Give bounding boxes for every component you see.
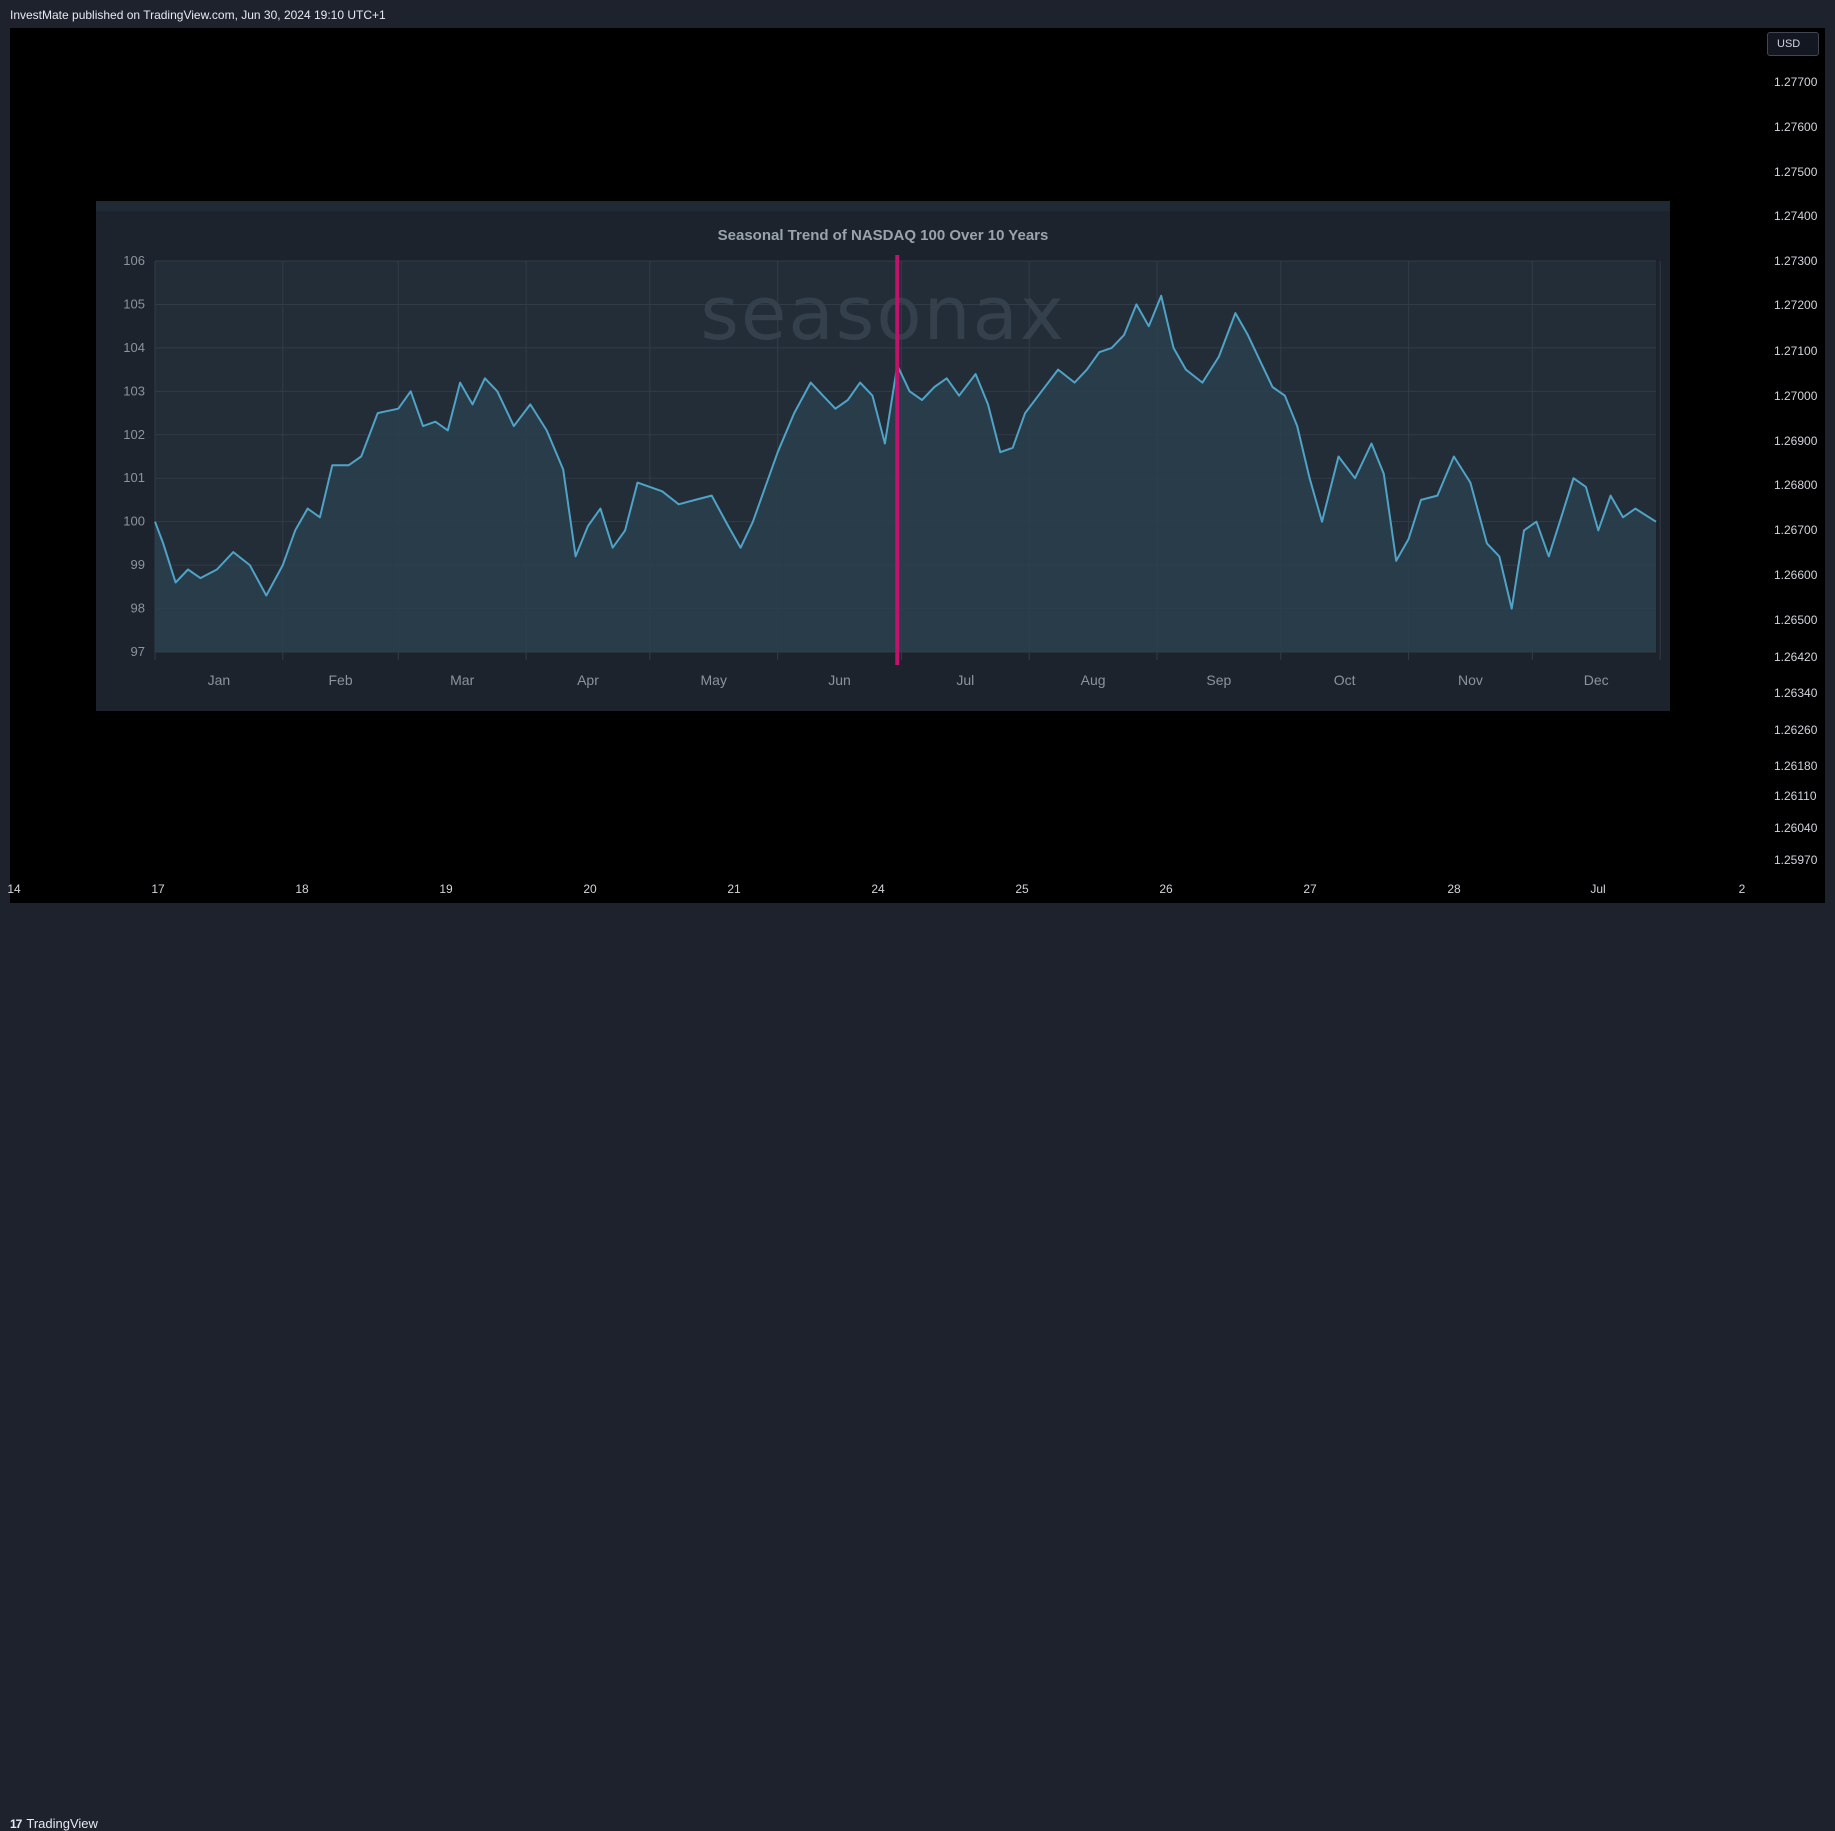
y-tick-label: 103: [123, 383, 145, 398]
price-tick: 1.26500: [1774, 613, 1818, 627]
seasonal-chart-image: 106 105 104 103 102 101 100 99 98 97 Jan Feb Mar Apr M…: [96, 201, 1670, 711]
price-tick: 1.26340: [1774, 686, 1818, 700]
y-tick-label: 102: [123, 427, 145, 442]
price-tick: 1.26420: [1774, 650, 1818, 664]
price-tick: 1.26180: [1774, 759, 1818, 773]
y-tick-label: 104: [123, 340, 145, 355]
month-label: Sep: [1206, 672, 1231, 688]
time-tick: 27: [1303, 882, 1317, 896]
time-tick: 2: [1738, 882, 1746, 896]
price-tick: 1.26800: [1774, 478, 1818, 492]
time-tick: 20: [583, 882, 597, 896]
y-tick-label: 105: [123, 296, 145, 311]
month-label: Mar: [450, 672, 474, 688]
y-tick-label: 106: [123, 253, 145, 268]
tradingview-logo-icon: 17: [10, 1816, 22, 1831]
price-tick: 1.27300: [1774, 254, 1818, 268]
time-tick: 18: [295, 882, 309, 896]
price-tick: 1.26260: [1774, 723, 1818, 737]
time-tick: 24: [871, 882, 885, 896]
month-label: Oct: [1334, 672, 1356, 688]
time-tick: Jul: [1590, 882, 1606, 896]
price-tick: 1.26900: [1774, 434, 1818, 448]
y-tick-label: 97: [131, 644, 145, 659]
y-tick-label: 100: [123, 514, 145, 529]
month-label: Nov: [1458, 672, 1483, 688]
y-tick-label: 98: [131, 601, 145, 616]
price-tick: 1.27200: [1774, 298, 1818, 312]
tradingview-logo[interactable]: 17 TradingView: [10, 1816, 98, 1831]
y-tick-label: 99: [131, 557, 145, 572]
publisher-info[interactable]: InvestMate published on TradingView.com,…: [10, 8, 386, 22]
month-label: Feb: [329, 672, 353, 688]
chart-title: Seasonal Trend of NASDAQ 100 Over 10 Yea…: [718, 227, 1049, 244]
y-tick-label: 101: [123, 470, 145, 485]
time-tick: 28: [1447, 882, 1461, 896]
price-tick: 1.25970: [1774, 853, 1818, 867]
month-label: May: [701, 672, 727, 688]
time-tick: 19: [439, 882, 453, 896]
footer-bar: 17 TradingView: [0, 903, 1835, 1831]
seasonal-chart-svg: 106 105 104 103 102 101 100 99 98 97 Jan Feb Mar Apr M…: [123, 227, 1661, 688]
price-tick: 1.26600: [1774, 568, 1818, 582]
price-tick: 1.26110: [1774, 789, 1817, 803]
price-tick: 1.27000: [1774, 389, 1818, 403]
month-label: Dec: [1584, 672, 1609, 688]
price-tick: 1.27100: [1774, 344, 1818, 358]
price-tick: 1.27400: [1774, 209, 1818, 223]
tradingview-brand: TradingView: [26, 1816, 98, 1831]
price-tick: 1.26700: [1774, 523, 1818, 537]
time-tick: 14: [7, 882, 21, 896]
month-label: Jul: [956, 672, 974, 688]
month-label: Apr: [577, 672, 599, 688]
publish-header: InvestMate published on TradingView.com,…: [0, 0, 1835, 28]
price-tick: 1.27500: [1774, 165, 1818, 179]
time-tick: 26: [1159, 882, 1173, 896]
time-tick: 21: [727, 882, 741, 896]
currency-button[interactable]: USD: [1767, 32, 1819, 56]
month-label: Aug: [1081, 672, 1106, 688]
time-tick: 25: [1015, 882, 1029, 896]
month-label: Jan: [208, 672, 231, 688]
watermark: seasonax: [700, 271, 1065, 357]
price-tick: 1.27700: [1774, 75, 1818, 89]
month-label: Jun: [828, 672, 851, 688]
price-tick: 1.26040: [1774, 821, 1818, 835]
time-tick: 17: [151, 882, 165, 896]
price-tick: 1.27600: [1774, 120, 1818, 134]
